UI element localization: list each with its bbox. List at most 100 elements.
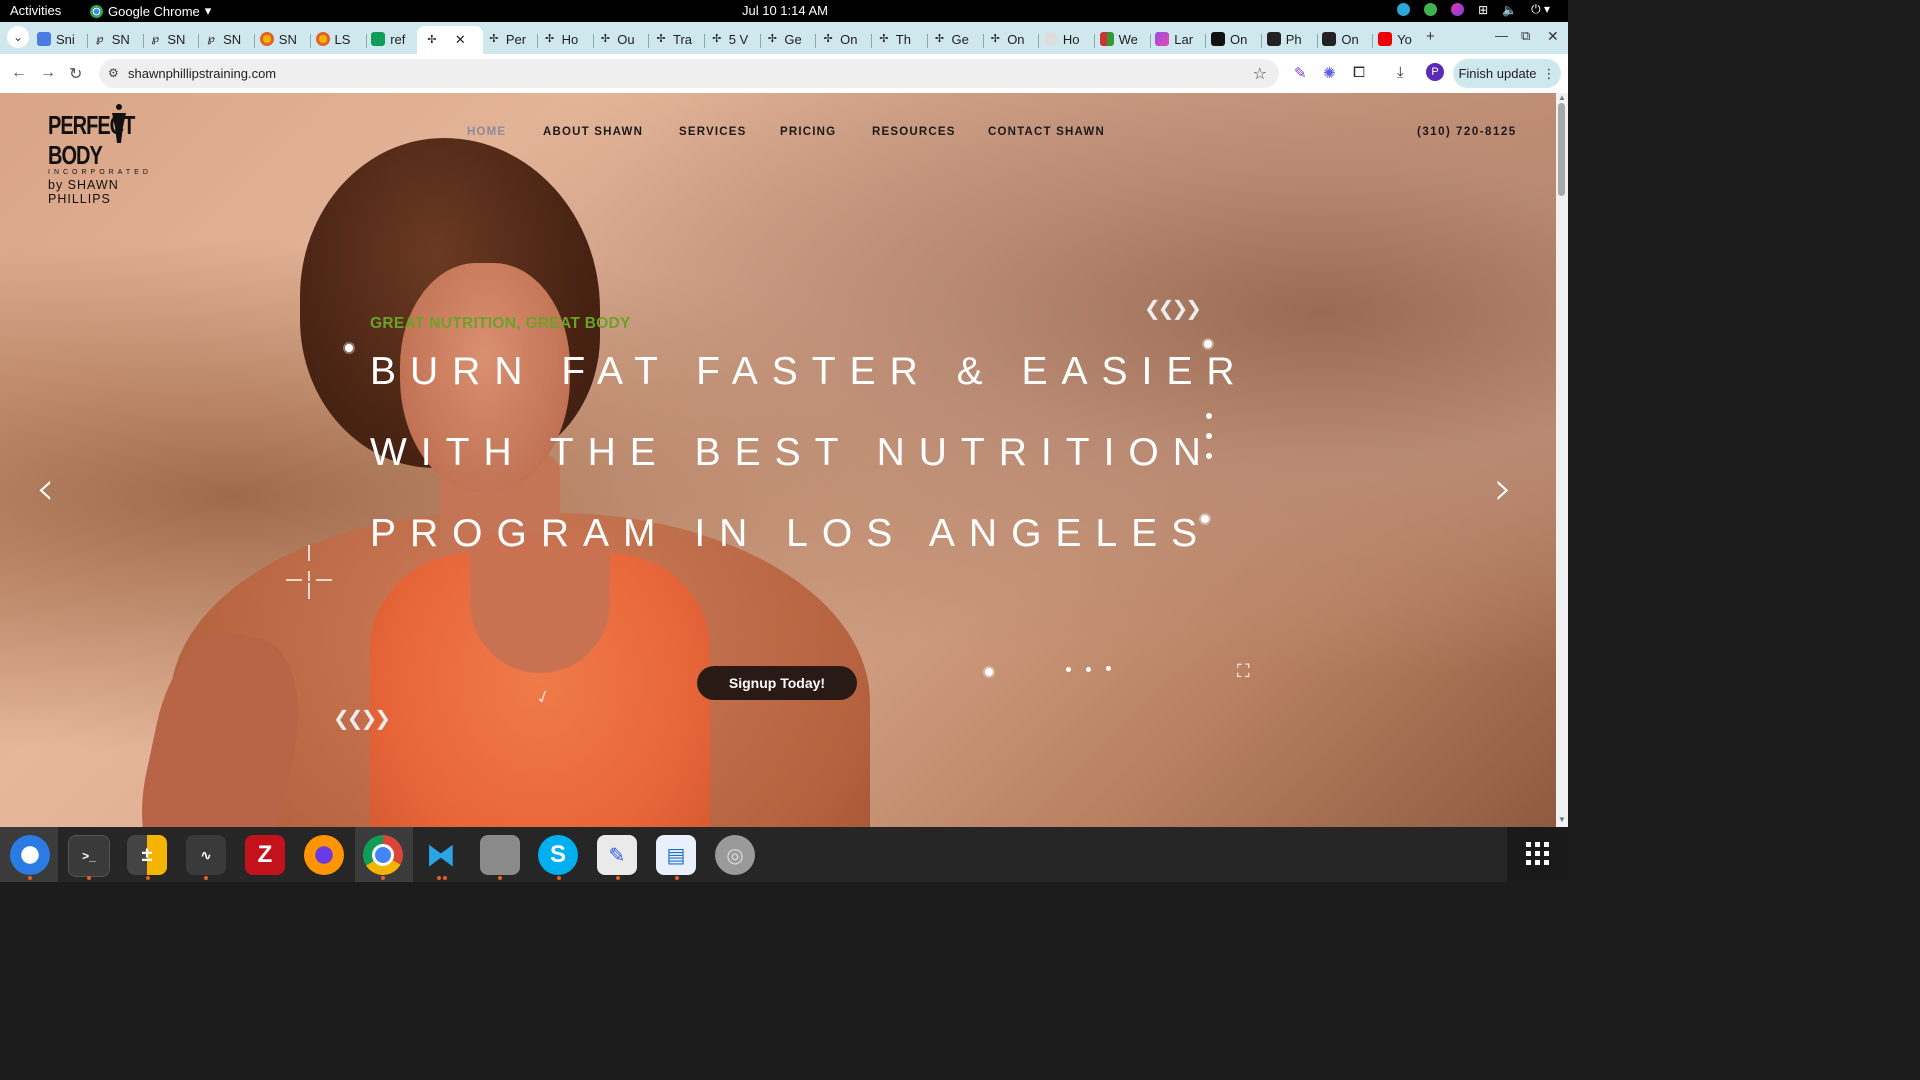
tray-color-icon[interactable]: [1451, 3, 1465, 16]
firefox-icon[interactable]: [304, 835, 344, 875]
profile-avatar[interactable]: P: [1426, 63, 1444, 81]
pen-extension-icon[interactable]: ✎: [1294, 64, 1307, 82]
calculator-icon[interactable]: ±: [127, 835, 167, 875]
system-tray[interactable]: ⊞ 🔈 ⏻ ▾: [1397, 2, 1550, 17]
tab[interactable]: Lar: [1155, 26, 1199, 52]
terminal-icon[interactable]: >_: [68, 835, 110, 877]
phone-number-link[interactable]: (310) 720-8125: [1417, 126, 1517, 138]
decorative-dot: [1204, 340, 1212, 348]
files-icon[interactable]: [480, 835, 520, 875]
site-logo[interactable]: PERFECT BODY INCORPORATED by SHAWN PHILL…: [48, 103, 183, 206]
gear-extension-icon[interactable]: ✺: [1323, 64, 1336, 82]
slider-prev-arrow-icon[interactable]: ‹: [36, 461, 54, 515]
thunderbird-icon[interactable]: [10, 835, 50, 875]
close-tab-icon[interactable]: ✕: [455, 32, 466, 48]
close-window-icon[interactable]: ✕: [1547, 28, 1559, 45]
nav-pricing[interactable]: PRICING: [780, 126, 836, 138]
tab-label: Lar: [1174, 31, 1194, 47]
hero-headline-line-2: WITH THE BEST NUTRITION: [370, 431, 1215, 474]
app-grid-icon: [1526, 842, 1549, 865]
tab[interactable]: Yo: [1378, 26, 1422, 52]
tray-check-icon[interactable]: [1424, 3, 1438, 16]
skype-icon[interactable]: S: [538, 835, 578, 875]
nav-home[interactable]: HOME: [467, 126, 506, 138]
tab[interactable]: ✢ Ge: [933, 26, 977, 52]
tab-search-chevron-icon[interactable]: ⌄: [7, 26, 29, 48]
system-monitor-icon[interactable]: ∿: [186, 835, 226, 875]
tab[interactable]: SN: [259, 26, 304, 52]
tab[interactable]: On: [1322, 26, 1366, 52]
tab[interactable]: ✢ On: [821, 26, 865, 52]
new-tab-button[interactable]: +: [1426, 28, 1435, 45]
tab[interactable]: ✢ On: [988, 26, 1032, 52]
disc-icon[interactable]: ◎: [715, 835, 755, 875]
tab[interactable]: ✢ 5 V: [710, 26, 754, 52]
tab[interactable]: ✢ Ou: [598, 26, 642, 52]
tab[interactable]: ✢ Per: [487, 26, 531, 52]
nav-services[interactable]: SERVICES: [679, 126, 747, 138]
running-indicator: [616, 876, 620, 880]
minimize-icon[interactable]: —: [1495, 28, 1508, 43]
tab-label: On: [840, 31, 858, 47]
tab[interactable]: ✢ Tra: [654, 26, 698, 52]
tab[interactable]: On: [1211, 26, 1255, 52]
tab[interactable]: Ph: [1266, 26, 1311, 52]
activities-button[interactable]: Activities: [10, 3, 61, 18]
tab[interactable]: ✢ Ge: [765, 26, 809, 52]
page-scrollbar[interactable]: ▲ ▼: [1556, 93, 1568, 827]
download-icon[interactable]: ⤓: [1397, 64, 1404, 81]
nav-resources[interactable]: RESOURCES: [872, 126, 956, 138]
tab[interactable]: LS: [315, 26, 360, 52]
volume-icon[interactable]: 🔈: [1502, 3, 1517, 17]
fullscreen-expand-icon[interactable]: ⛶: [1237, 661, 1250, 682]
forward-arrow-icon[interactable]: →: [40, 64, 56, 82]
tab-separator: [1316, 34, 1318, 48]
finish-update-button[interactable]: Finish update ⋮: [1453, 59, 1561, 88]
tab[interactable]: ref: [371, 26, 415, 52]
filezilla-icon[interactable]: Z: [245, 835, 285, 875]
text-editor-icon[interactable]: ✎: [597, 835, 637, 875]
network-icon[interactable]: ⊞: [1478, 3, 1488, 17]
tab-separator: [815, 34, 817, 48]
nav-contact-shawn[interactable]: CONTACT SHAWN: [988, 126, 1105, 138]
power-icon[interactable]: ⏻ ▾: [1531, 2, 1550, 17]
tab-separator: [704, 34, 705, 48]
tab-label: ref: [390, 31, 406, 47]
tab[interactable]: ✢ Ho: [543, 26, 587, 52]
address-bar[interactable]: ⚙ shawnphillipstraining.com ☆: [99, 59, 1279, 88]
site-info-icon[interactable]: ⚙: [108, 66, 119, 80]
tab[interactable]: Ho: [1043, 26, 1088, 52]
tab[interactable]: ℘ SN: [148, 26, 192, 52]
running-indicator: [87, 876, 91, 880]
tab[interactable]: Sni: [37, 26, 81, 52]
tab-separator: [254, 34, 256, 48]
restore-icon[interactable]: ⧉: [1521, 28, 1530, 44]
chrome-dock-icon[interactable]: [363, 835, 403, 875]
url-text[interactable]: shawnphillipstraining.com: [128, 66, 276, 81]
signup-today-button[interactable]: Signup Today!: [697, 666, 857, 700]
nav-about-shawn[interactable]: ABOUT SHAWN: [543, 126, 643, 138]
back-arrow-icon[interactable]: ←: [11, 64, 27, 82]
extensions-puzzle-icon[interactable]: ⧠: [1353, 64, 1365, 81]
tab-label: Tra: [673, 31, 693, 47]
tab[interactable]: We: [1099, 26, 1144, 52]
decorative-dot: [1206, 453, 1212, 459]
scroll-down-icon[interactable]: ▼: [1558, 815, 1566, 824]
scroll-up-icon[interactable]: ▲: [1558, 93, 1566, 102]
show-apps-button[interactable]: [1507, 827, 1568, 882]
reload-icon[interactable]: ↻: [69, 64, 82, 84]
decorative-dot: [985, 668, 993, 676]
tab[interactable]: ✢ Th: [877, 26, 921, 52]
tab-active[interactable]: ✢ ✕: [416, 26, 483, 54]
tray-app-icon[interactable]: [1397, 3, 1411, 16]
clock[interactable]: Jul 10 1:14 AM: [742, 3, 828, 18]
scrollbar-thumb[interactable]: [1558, 103, 1565, 196]
vscode-icon[interactable]: ⧓: [421, 835, 461, 875]
libreoffice-writer-icon[interactable]: ▤: [656, 835, 696, 875]
app-menu[interactable]: Google Chrome ▾: [90, 3, 211, 19]
slider-next-arrow-icon[interactable]: ›: [1494, 461, 1512, 515]
bookmark-star-icon[interactable]: ☆: [1253, 64, 1267, 84]
decorative-dot: [1106, 666, 1111, 671]
tab[interactable]: ℘ SN: [93, 26, 137, 52]
tab[interactable]: ℘ SN: [204, 26, 248, 52]
